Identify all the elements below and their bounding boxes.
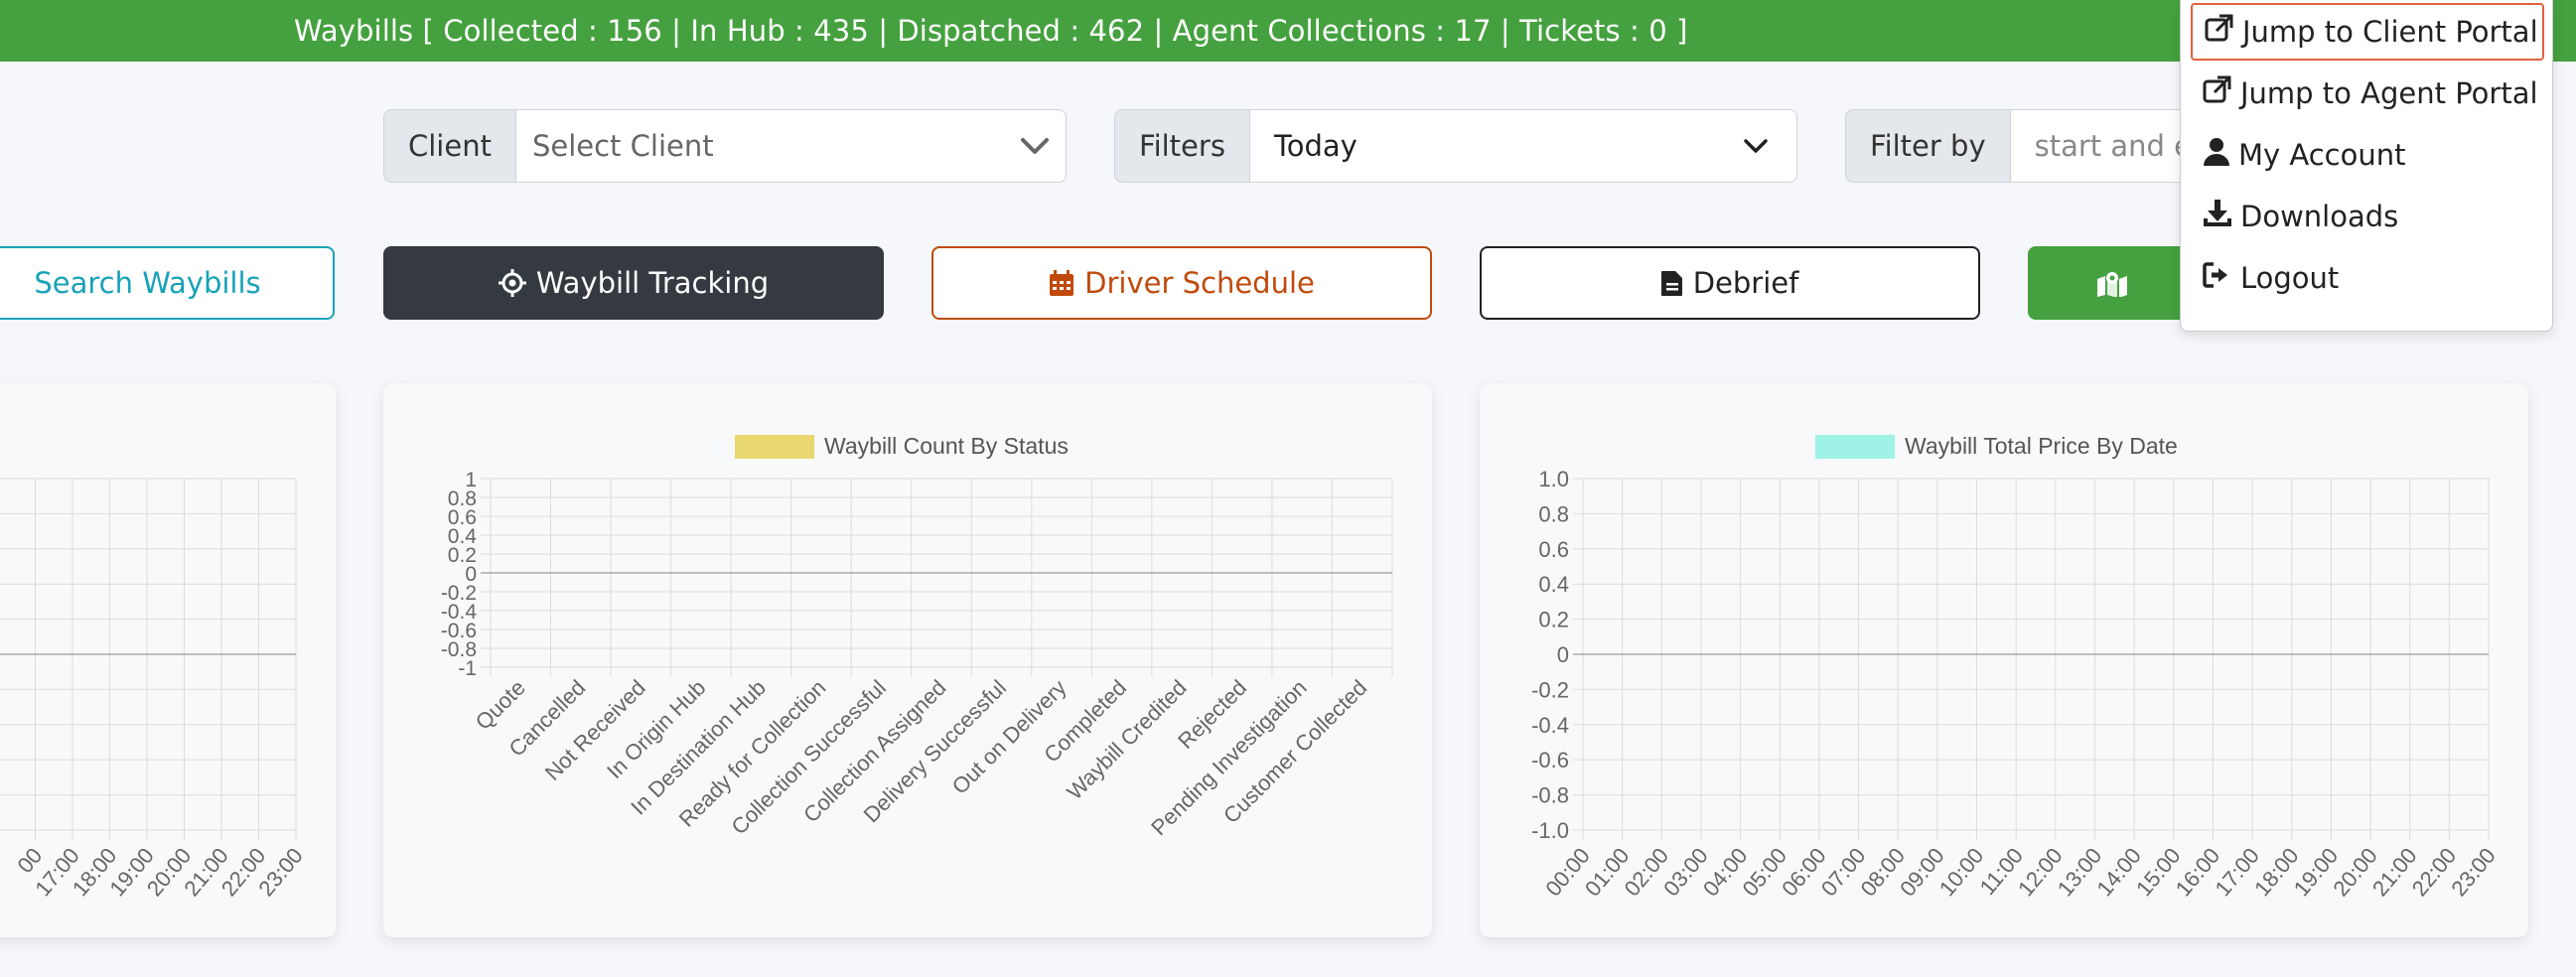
x-tick-label: 09:00 (1895, 843, 1949, 901)
menu-item-label: Logout (2240, 261, 2340, 295)
date-range-group: Filter by start and en (1845, 109, 2203, 183)
x-tick-label: 15:00 (2131, 843, 2186, 901)
waybill-tracking-label: Waybill Tracking (535, 266, 770, 300)
user-dropdown-menu: Jump to Client Portal Jump to Agent Port… (2180, 0, 2553, 332)
y-tick-label: 0.8 (1538, 501, 1569, 526)
x-tick-label: 00:00 (1540, 843, 1595, 901)
logout-item[interactable]: Logout (2191, 249, 2544, 307)
y-tick-label: 0 (1557, 642, 1569, 667)
y-tick-label: -1.0 (1531, 818, 1569, 843)
status-chart-card: Waybill Count By Status 1 0.8 0.6 0.4 0.2 0 -0.… (383, 383, 1432, 937)
client-label: Client (383, 109, 515, 183)
x-tick-label: 05:00 (1738, 843, 1792, 901)
jump-client-portal-item[interactable]: Jump to Client Portal (2191, 3, 2544, 61)
date-range-placeholder: start and en (2034, 129, 2203, 163)
x-tick-label: 16:00 (2171, 843, 2225, 901)
downloads-item[interactable]: Downloads (2191, 188, 2544, 245)
x-tick-label: 22:00 (2407, 843, 2462, 901)
x-tick-label: 21:00 (2367, 843, 2422, 901)
external-link-icon (2203, 75, 2232, 112)
download-icon (2203, 199, 2232, 235)
x-tick-label: 03:00 (1658, 843, 1713, 901)
map-button[interactable] (2028, 246, 2187, 320)
legend-swatch (735, 435, 814, 459)
filterby-label: Filter by (1845, 109, 2010, 183)
driver-schedule-label: Driver Schedule (1084, 266, 1315, 300)
menu-item-label: My Account (2238, 138, 2406, 172)
client-select-value: Select Client (531, 129, 714, 163)
date-filter-group: Filters Today (1114, 109, 1797, 183)
x-tick-label: 17:00 (2210, 843, 2264, 901)
user-icon (2203, 137, 2230, 174)
crosshairs-icon (498, 269, 526, 297)
x-tick-label: 08:00 (1856, 843, 1911, 901)
chevron-down-icon (1743, 137, 1769, 155)
x-tick-label: 23:00 (2446, 843, 2501, 901)
x-tick-label: 18:00 (2249, 843, 2304, 901)
x-tick-label: 20:00 (2328, 843, 2382, 901)
file-report-icon (1660, 269, 1683, 297)
sign-out-icon (2203, 260, 2232, 297)
x-tick-label: 12:00 (2013, 843, 2068, 901)
hourly-chart-card: 00 17:00 18:00 19:00 20:00 21:00 22:00 23:00 (0, 383, 336, 937)
menu-item-label: Jump to Client Portal (2242, 15, 2538, 49)
date-filter-value: Today (1273, 129, 1358, 163)
hourly-chart: 0017:0018:0019:0020:0021:0022:0023:00 (0, 478, 308, 901)
x-tick-label: 13:00 (2053, 843, 2107, 901)
search-waybills-button[interactable]: Search Waybills (0, 246, 335, 320)
y-tick-label: -0.4 (1531, 713, 1569, 738)
y-tick-label: -0.8 (1531, 783, 1569, 808)
waybill-tracking-button[interactable]: Waybill Tracking (383, 246, 884, 320)
filters-label: Filters (1114, 109, 1249, 183)
calendar-icon (1049, 269, 1074, 297)
debrief-button[interactable]: Debrief (1480, 246, 1980, 320)
legend-label: Waybill Count By Status (824, 433, 1069, 459)
x-tick-label: 06:00 (1777, 843, 1831, 901)
waybill-count-by-status-chart: Waybill Count By Status10.80.60.40.20-0.… (441, 433, 1393, 840)
x-tick-label: 04:00 (1698, 843, 1753, 901)
search-waybills-label: Search Waybills (34, 266, 261, 300)
external-link-icon (2205, 14, 2234, 51)
price-chart-card: Waybill Total Price By Date 1.0 0.8 0.6 0.4 0… (1480, 383, 2528, 937)
y-tick-label: 0.2 (1538, 608, 1569, 632)
waybill-summary-text: Waybills [ Collected : 156 | In Hub : 43… (294, 14, 1688, 48)
driver-schedule-button[interactable]: Driver Schedule (931, 246, 1432, 320)
client-select[interactable]: Select Client (514, 109, 1067, 183)
x-tick-label: 10:00 (1934, 843, 1989, 901)
x-tick-label: 14:00 (2091, 843, 2146, 901)
jump-agent-portal-item[interactable]: Jump to Agent Portal (2191, 65, 2544, 122)
y-tick-label: -0.2 (1531, 677, 1569, 702)
client-filter-group: Client Select Client (383, 109, 1067, 183)
y-tick-label: -1 (458, 657, 477, 680)
legend-swatch (1815, 435, 1895, 459)
chevron-down-icon (1020, 136, 1050, 156)
map-marked-icon (2095, 269, 2129, 297)
date-filter-select[interactable]: Today (1248, 109, 1797, 183)
menu-item-label: Downloads (2240, 200, 2399, 233)
my-account-item[interactable]: My Account (2191, 126, 2544, 184)
legend-label: Waybill Total Price By Date (1905, 433, 2178, 459)
y-tick-label: 0.4 (1538, 572, 1569, 597)
menu-item-label: Jump to Agent Portal (2240, 76, 2538, 110)
x-tick-label: 19:00 (2289, 843, 2344, 901)
x-tick-label: 01:00 (1580, 843, 1635, 901)
y-tick-label: -0.6 (1531, 748, 1569, 772)
x-tick-label: 07:00 (1816, 843, 1871, 901)
y-tick-label: 0.6 (1538, 537, 1569, 562)
debrief-label: Debrief (1692, 266, 1799, 300)
waybill-total-price-chart: Waybill Total Price By Date 1.0 0.8 0.6 0.4 0… (1531, 433, 2501, 901)
date-range-input[interactable]: start and en (2009, 109, 2203, 183)
y-tick-label: 1.0 (1538, 467, 1569, 491)
x-tick-label: 02:00 (1620, 843, 1674, 901)
